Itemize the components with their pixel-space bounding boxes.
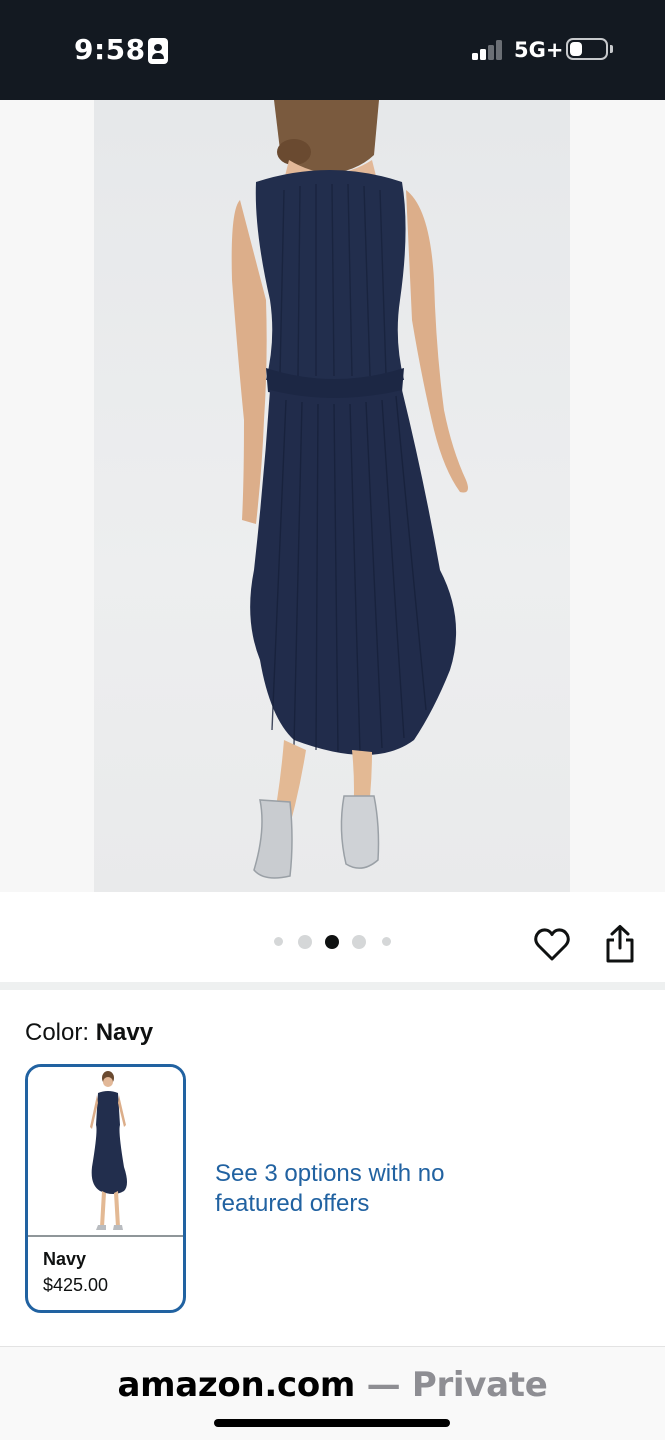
product-image-carousel[interactable]: [0, 100, 665, 892]
color-label: Color: Navy: [25, 1019, 153, 1047]
id-card-icon: [148, 38, 168, 64]
carousel-dot[interactable]: [382, 937, 391, 946]
network-label: 5G+: [514, 38, 564, 62]
color-swatch-navy[interactable]: Navy $425.00: [25, 1064, 186, 1313]
wishlist-button[interactable]: [533, 926, 571, 964]
heart-icon: [534, 928, 570, 961]
status-time: 9:58: [74, 33, 146, 66]
battery-icon: [566, 38, 608, 60]
home-indicator[interactable]: [214, 1419, 450, 1427]
address-domain: amazon.com: [117, 1365, 356, 1405]
selected-color: Navy: [95, 1019, 154, 1046]
carousel-dot[interactable]: [274, 937, 283, 946]
carousel-dot[interactable]: [352, 935, 366, 949]
color-label-prefix: Color:: [25, 1019, 96, 1046]
signal-icon: [472, 40, 506, 60]
share-icon: [606, 925, 634, 963]
private-mode-label: — Private: [355, 1365, 548, 1405]
section-divider: [0, 982, 665, 990]
browser-address-bar: amazon.com — Private: [0, 1346, 665, 1440]
swatch-photo: [90, 1071, 127, 1230]
swatch-thumbnail: [28, 1067, 183, 1235]
carousel-dot-active[interactable]: [325, 935, 339, 949]
address-field[interactable]: amazon.com — Private: [0, 1365, 665, 1405]
see-options-link[interactable]: See 3 options with no featured offers: [215, 1159, 475, 1219]
carousel-controls: [0, 892, 665, 982]
status-bar: 9:58 5G+: [0, 0, 665, 100]
carousel-dot[interactable]: [298, 935, 312, 949]
product-image: [94, 100, 570, 892]
swatch-name: Navy: [43, 1249, 87, 1269]
share-button[interactable]: [603, 924, 637, 964]
dress-photo: [231, 100, 468, 879]
swatch-price: $425.00: [43, 1275, 109, 1295]
